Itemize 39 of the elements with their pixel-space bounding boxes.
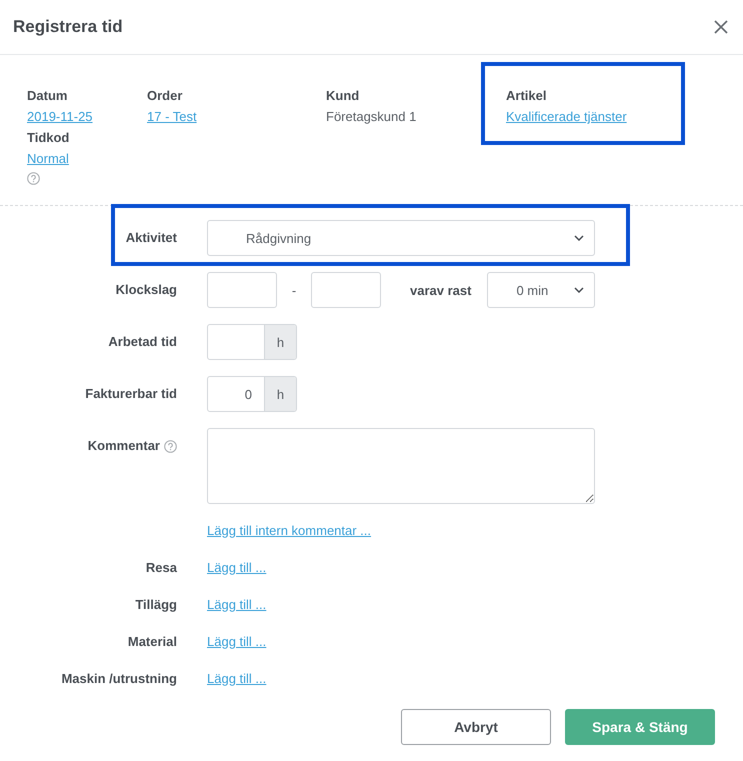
field-label: Tidkod bbox=[27, 129, 70, 147]
form-label: Kommentar bbox=[88, 437, 160, 455]
activity-select[interactable]: Rådgivning bbox=[207, 220, 595, 256]
add-link[interactable]: Lägg till ... bbox=[207, 594, 743, 615]
field-value: Företagskund 1 bbox=[326, 108, 418, 126]
form-label: Arbetad tid bbox=[108, 333, 177, 351]
dialog-title: Registrera tid bbox=[13, 17, 123, 37]
range-separator: - bbox=[290, 282, 298, 298]
break-select[interactable]: 0 min bbox=[487, 272, 596, 308]
add-link[interactable]: Lägg till intern kommentar ... bbox=[207, 520, 743, 541]
hours-field[interactable]: h bbox=[207, 324, 297, 360]
field-label: Artikel bbox=[506, 87, 548, 105]
chevron-down-icon bbox=[574, 287, 584, 293]
field-link[interactable]: 2019-11-25 bbox=[27, 106, 93, 127]
add-link[interactable]: Lägg till ... bbox=[207, 557, 743, 578]
form-label: Tillägg bbox=[135, 596, 177, 614]
chevron-down-icon bbox=[574, 235, 584, 241]
close-icon[interactable] bbox=[712, 18, 730, 36]
form-label: Klockslag bbox=[116, 281, 177, 299]
hours-field[interactable]: 0 h bbox=[207, 376, 297, 412]
form-label: Maskin /utrustning bbox=[61, 670, 177, 688]
save-close-button[interactable]: Spara & Stäng bbox=[565, 709, 715, 745]
break-label: varav rast bbox=[410, 282, 472, 298]
field-label: Datum bbox=[27, 87, 68, 105]
field-label: Kund bbox=[326, 87, 360, 105]
form-label: Fakturerbar tid bbox=[85, 385, 177, 403]
comment-field[interactable] bbox=[207, 428, 595, 504]
field-link[interactable]: Normal bbox=[27, 148, 69, 169]
start-time-field[interactable] bbox=[207, 272, 277, 308]
end-time-field[interactable] bbox=[311, 272, 381, 308]
cancel-button[interactable]: Avbryt bbox=[401, 709, 551, 745]
add-link[interactable]: Lägg till ... bbox=[207, 631, 743, 652]
form-label: Aktivitet bbox=[126, 229, 177, 247]
add-link[interactable]: Lägg till ... bbox=[207, 668, 743, 689]
field-label: Order bbox=[147, 87, 184, 105]
field-link[interactable]: Kvalificerade tjänster bbox=[506, 106, 627, 127]
form-label: Material bbox=[128, 633, 177, 651]
form-label: Resa bbox=[146, 559, 177, 577]
field-link[interactable]: 17 - Test bbox=[147, 106, 197, 127]
